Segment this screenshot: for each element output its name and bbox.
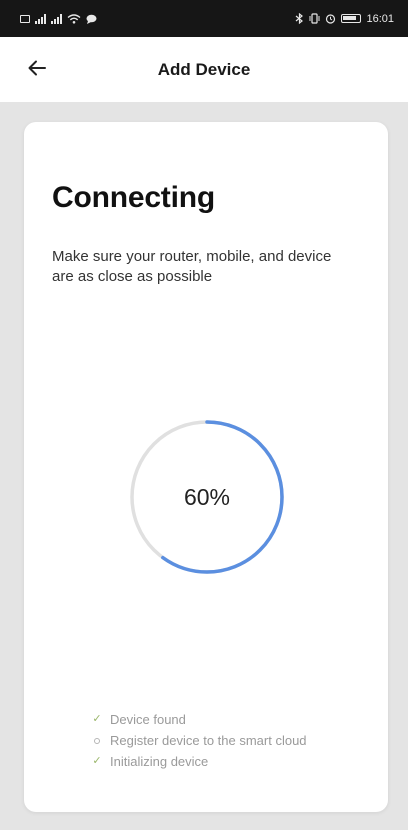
step-status-icon: ✓ [92, 709, 102, 730]
sim-icon [20, 14, 30, 23]
progress-label: 60% [183, 484, 231, 510]
bluetooth-icon [296, 13, 304, 24]
status-time: 16:01 [366, 12, 394, 25]
step-label: Initializing device [110, 754, 209, 769]
wifi-icon [67, 13, 81, 24]
step-status-icon: ✓ [92, 751, 102, 772]
dot-icon [94, 737, 100, 744]
step-item: ✓ Initializing device [92, 751, 307, 772]
back-button[interactable] [22, 53, 52, 83]
check-icon: ✓ [92, 755, 102, 767]
page-title: Add Device [157, 60, 251, 79]
status-bar-left [20, 13, 97, 24]
step-label: Device found [110, 712, 186, 727]
connecting-description: Make sure your router, mobile, and devic… [52, 248, 332, 285]
status-bar-right: 16:01 [295, 13, 394, 25]
step-item: ✓ Device found [92, 709, 307, 730]
chat-icon [86, 14, 97, 24]
connecting-heading: Connecting [52, 181, 215, 214]
step-label: Register device to the smart cloud [110, 733, 307, 748]
alarm-icon [326, 14, 336, 24]
battery-icon [341, 14, 362, 23]
connecting-card: Connecting Make sure your router, mobile… [24, 122, 388, 812]
progress-ring: 60% [129, 419, 285, 575]
app-header: Add Device [0, 37, 408, 102]
status-bar: 16:01 [0, 0, 408, 37]
step-item: Register device to the smart cloud [92, 730, 307, 751]
signal-icon-2 [51, 13, 62, 24]
arrow-left-icon [28, 60, 46, 76]
signal-icon [35, 13, 46, 24]
check-icon: ✓ [92, 713, 102, 725]
vibrate-icon [309, 13, 320, 24]
step-status-icon [92, 737, 102, 744]
step-list: ✓ Device found Register device to the sm… [92, 709, 307, 772]
